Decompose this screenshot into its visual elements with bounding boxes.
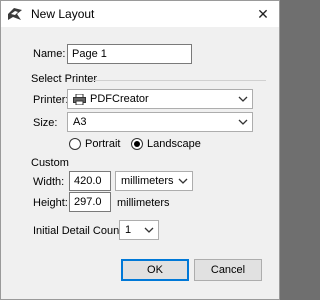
custom-heading: Custom [31, 157, 69, 169]
height-value: 297.0 [74, 196, 102, 208]
detail-count-select[interactable]: 1 [119, 220, 159, 240]
name-value: Page 1 [72, 48, 107, 60]
width-value: 420.0 [74, 175, 102, 187]
name-input[interactable]: Page 1 [67, 44, 192, 64]
new-layout-dialog: New Layout ✕ Name: Page 1 Select Printer… [0, 0, 280, 300]
title-bar[interactable]: New Layout ✕ [1, 1, 279, 27]
height-unit-label: millimeters [117, 197, 170, 209]
size-select[interactable]: A3 [67, 112, 253, 132]
printer-value: PDFCreator [90, 93, 149, 105]
printer-label: Printer: [33, 94, 69, 106]
height-label: Height: [33, 197, 68, 209]
size-value: A3 [73, 116, 87, 128]
landscape-label[interactable]: Landscape [147, 138, 201, 150]
height-input[interactable]: 297.0 [69, 192, 111, 212]
name-label: Name: [33, 48, 66, 60]
chevron-down-icon [238, 96, 248, 102]
select-printer-heading: Select Printer [31, 73, 98, 85]
close-icon: ✕ [257, 6, 269, 22]
dialog-title: New Layout [31, 7, 95, 21]
close-button[interactable]: ✕ [253, 4, 273, 24]
chevron-down-icon [144, 227, 154, 233]
size-label: Size: [33, 117, 58, 129]
landscape-radio[interactable] [131, 138, 143, 150]
width-input[interactable]: 420.0 [69, 171, 111, 191]
detail-count-value: 1 [125, 224, 132, 236]
portrait-label[interactable]: Portrait [85, 138, 120, 150]
cancel-button-label: Cancel [210, 264, 246, 276]
ok-button-label: OK [147, 264, 163, 276]
app-icon [8, 8, 22, 20]
chevron-down-icon [178, 178, 188, 184]
chevron-down-icon [238, 119, 248, 125]
select-printer-divider [93, 80, 266, 81]
ok-button[interactable]: OK [121, 259, 189, 281]
units-value: millimeters [121, 175, 174, 187]
printer-icon [73, 94, 86, 105]
width-label: Width: [33, 176, 65, 188]
printer-select[interactable]: PDFCreator [67, 89, 253, 109]
units-select[interactable]: millimeters [115, 171, 193, 191]
cancel-button[interactable]: Cancel [194, 259, 262, 281]
detail-count-label: Initial Detail Count: [33, 225, 126, 237]
portrait-radio[interactable] [69, 138, 81, 150]
